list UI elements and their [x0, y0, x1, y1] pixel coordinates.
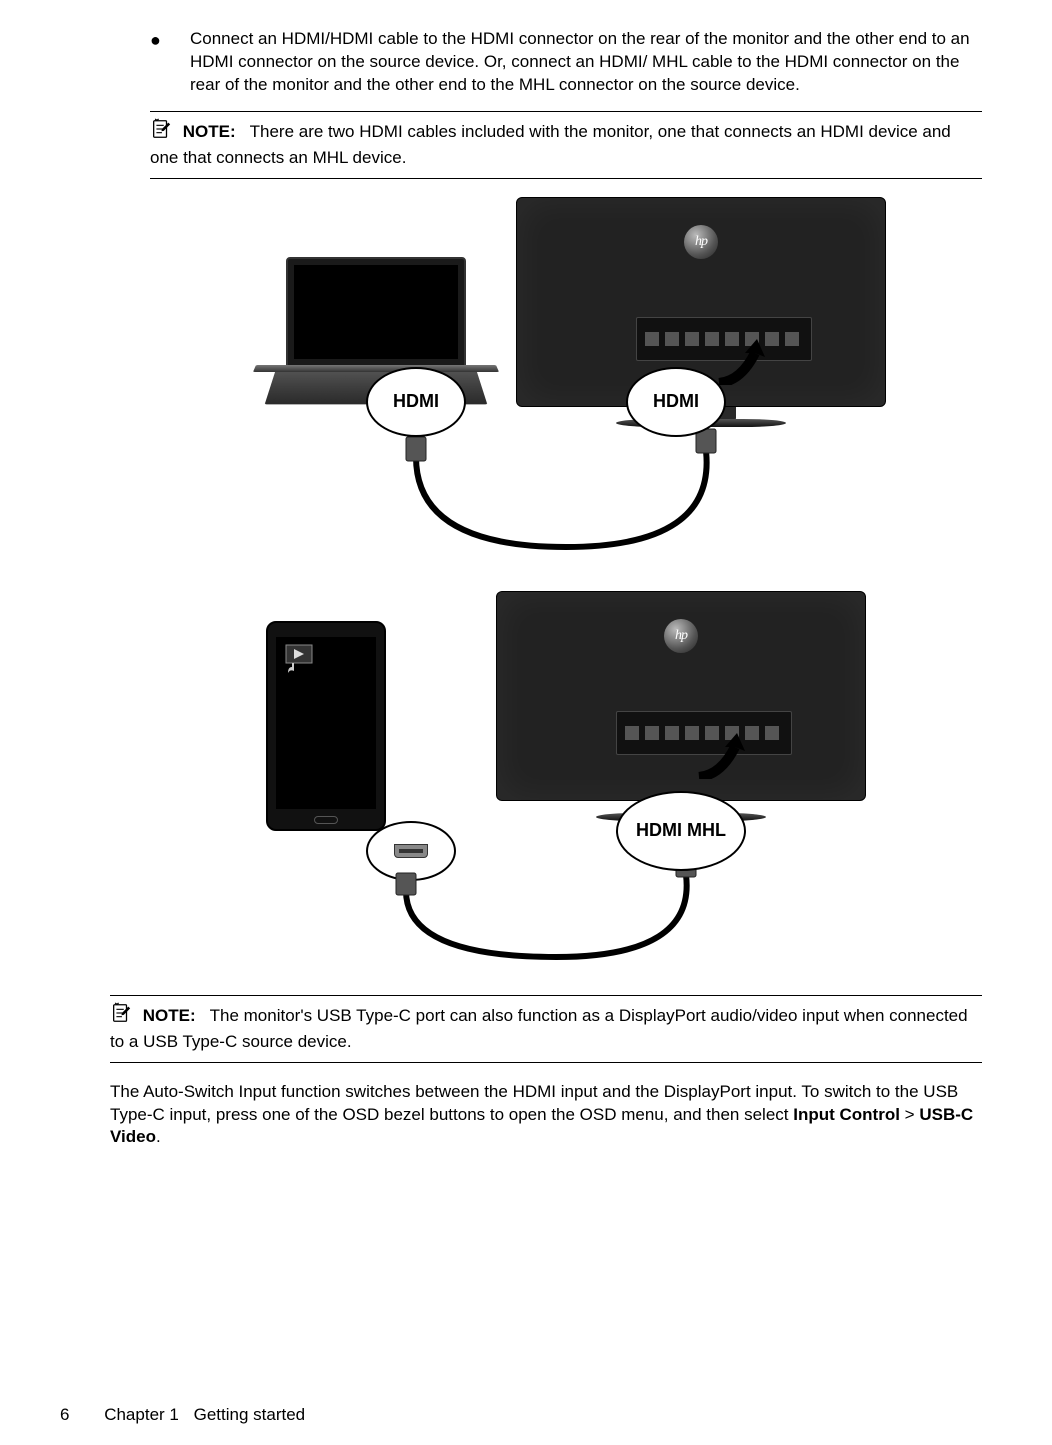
note-icon — [150, 118, 172, 147]
note-text: There are two HDMI cables included with … — [150, 122, 951, 167]
chapter-title: Getting started — [194, 1405, 306, 1424]
page-content: ● Connect an HDMI/HDMI cable to the HDMI… — [150, 28, 982, 1149]
bullet-text: Connect an HDMI/HDMI cable to the HDMI c… — [190, 28, 982, 97]
menu-path-separator: > — [900, 1105, 919, 1124]
figure-hdmi-hdmi: hp HDMI HDMI — [150, 197, 982, 567]
page-number: 6 — [60, 1405, 69, 1424]
callout-hdmi-right: HDMI — [626, 367, 726, 437]
note-label: NOTE: — [183, 122, 236, 141]
menu-path-input-control: Input Control — [793, 1105, 900, 1124]
paragraph-auto-switch: The Auto-Switch Input function switches … — [110, 1081, 982, 1150]
para-text-end: . — [156, 1127, 161, 1146]
illustration-cable — [246, 197, 886, 567]
bullet-item: ● Connect an HDMI/HDMI cable to the HDMI… — [150, 28, 982, 97]
callout-hdmi-left: HDMI — [366, 367, 466, 437]
figure-hdmi-mhl: hp — [150, 591, 982, 971]
note-label: NOTE: — [143, 1006, 196, 1025]
illustration-cable — [246, 591, 886, 971]
callout-hdmi-mhl: HDMI MHL — [616, 791, 746, 871]
note-text: The monitor's USB Type-C port can also f… — [110, 1006, 968, 1051]
page-footer: 6 Chapter 1 Getting started — [60, 1405, 305, 1425]
note-icon — [110, 1002, 132, 1031]
document-page: ● Connect an HDMI/HDMI cable to the HDMI… — [0, 0, 1052, 1445]
note-box-1: NOTE:There are two HDMI cables included … — [150, 111, 982, 179]
chapter-label: Chapter 1 — [104, 1405, 179, 1424]
note-box-2: NOTE:The monitor's USB Type-C port can a… — [110, 995, 982, 1063]
bullet-marker: ● — [150, 28, 190, 97]
